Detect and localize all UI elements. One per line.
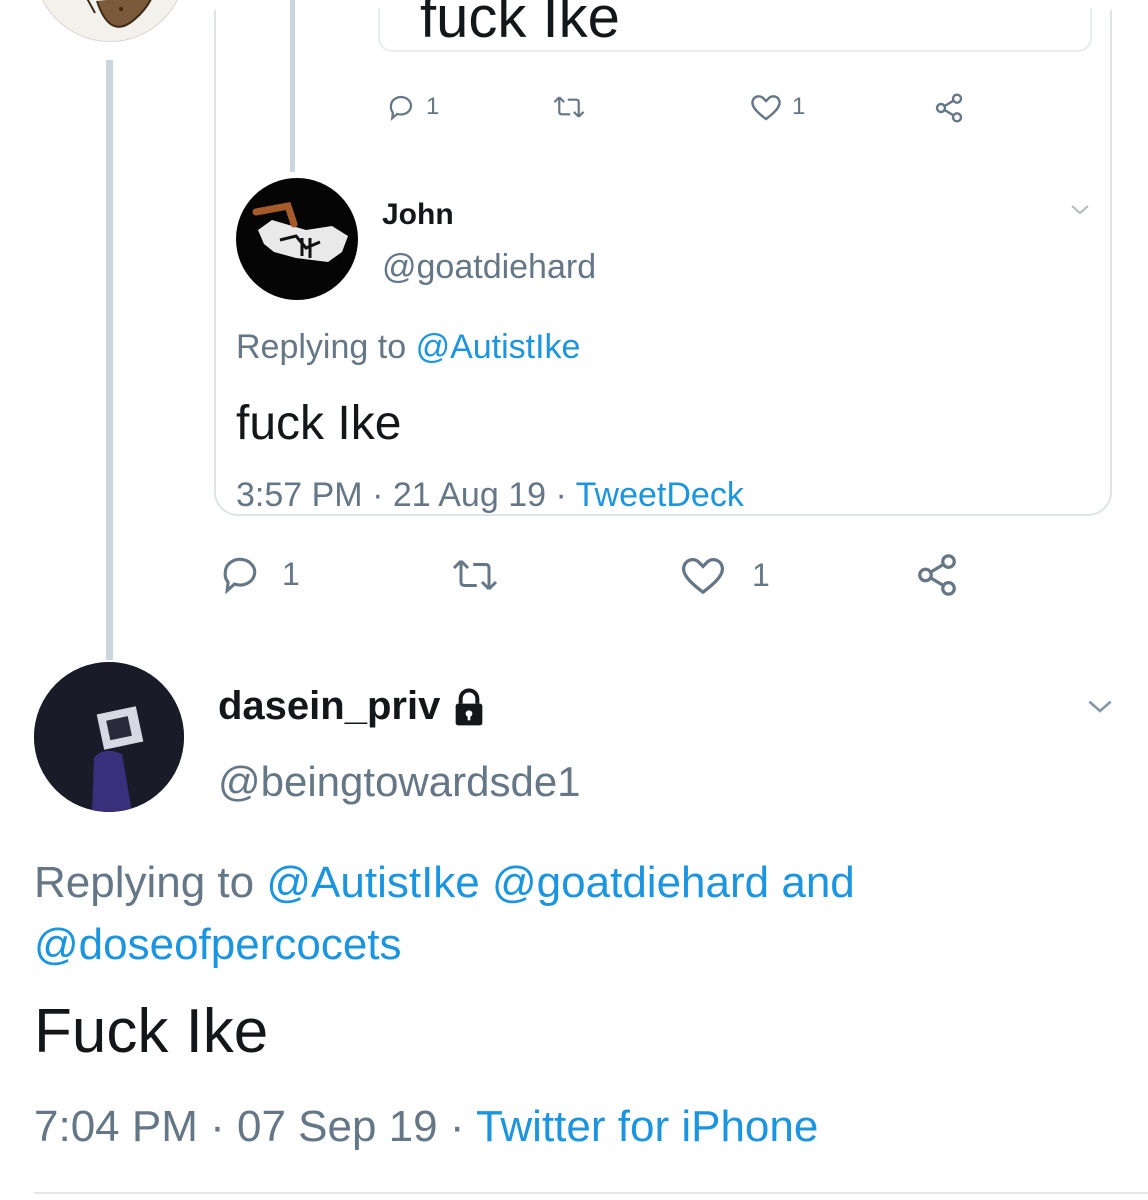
card-time[interactable]: 3:57 PM (236, 476, 363, 514)
reply-button[interactable]: 1 (218, 552, 300, 596)
dasein-name[interactable]: dasein_priv (218, 684, 440, 729)
top-avatar[interactable] (34, 0, 186, 42)
quoted-tweet-text: fuck Ike (420, 0, 620, 50)
reply-icon (389, 95, 413, 122)
card-replying-handle[interactable]: @AutistIke (416, 328, 581, 366)
main-meta-line: 7:04 PM · 07 Sep 19 · Twitter for iPhone (34, 1102, 818, 1152)
reply-count: 1 (282, 555, 300, 592)
card-sep-1: · (372, 476, 384, 514)
main-source[interactable]: Twitter for iPhone (476, 1102, 818, 1151)
inner-share-button[interactable] (932, 92, 966, 124)
dasein-avatar-image (34, 662, 184, 812)
chevron-down-icon (1088, 700, 1112, 713)
card-date[interactable]: 21 Aug 19 (393, 476, 546, 514)
john-avatar[interactable] (236, 178, 358, 300)
inner-reply-count: 1 (426, 93, 440, 120)
quoted-tweet-box: fuck Ike (378, 0, 1092, 52)
main-replying-handle-3[interactable]: @doseofpercocets (34, 920, 402, 969)
card-source[interactable]: TweetDeck (576, 476, 744, 514)
like-icon (681, 558, 725, 595)
reply-icon (223, 557, 257, 595)
inner-reply-button[interactable]: 1 (386, 92, 439, 122)
retweet-button[interactable] (450, 554, 500, 596)
retweet-icon (452, 559, 498, 591)
like-count: 1 (752, 556, 770, 593)
main-replying-handle-1[interactable]: @AutistIke (266, 858, 479, 907)
main-replying-prefix: Replying to (34, 858, 255, 907)
lock-icon (455, 687, 483, 725)
share-icon (935, 93, 963, 123)
main-sep-2: · (449, 1102, 465, 1151)
dasein-handle[interactable]: @beingtowardsde1 (218, 758, 581, 806)
main-tweet-text: Fuck Ike (34, 997, 269, 1066)
john-name[interactable]: John (382, 198, 454, 232)
card-replying-prefix: Replying to (236, 328, 407, 366)
main-time[interactable]: 7:04 PM (34, 1102, 198, 1151)
card-sep-2: · (555, 476, 567, 514)
main-date[interactable]: 07 Sep 19 (237, 1102, 438, 1151)
main-replying-line: Replying to @AutistIke @goatdiehard and … (34, 852, 1114, 976)
share-icon (918, 554, 956, 596)
inner-retweet-button[interactable] (552, 92, 586, 122)
card-replying-line: Replying to @AutistIke (236, 328, 580, 367)
card-meta-line: 3:57 PM · 21 Aug 19 · TweetDeck (236, 476, 744, 515)
thread-line (106, 60, 113, 660)
main-sep-1: · (210, 1102, 225, 1151)
embedded-tweet-card[interactable]: fuck Ike 1 1 John @goatdiehard Replying … (214, 0, 1112, 516)
inner-like-button[interactable]: 1 (750, 92, 805, 122)
john-avatar-image (252, 201, 348, 262)
dasein-avatar[interactable] (34, 662, 184, 812)
retweet-icon (553, 96, 585, 118)
dasein-name-row: dasein_priv (218, 684, 486, 729)
chevron-down-icon (1071, 205, 1089, 215)
like-icon (751, 95, 781, 121)
card-tweet-text: fuck Ike (236, 397, 402, 450)
john-handle[interactable]: @goatdiehard (382, 248, 596, 287)
tweet-chevron-button[interactable] (1084, 696, 1116, 723)
inner-like-count: 1 (792, 93, 806, 120)
bottom-divider (34, 1192, 1148, 1194)
share-button[interactable] (914, 552, 960, 598)
main-replying-handle-2[interactable]: @goatdiehard (492, 858, 769, 907)
card-chevron-button[interactable] (1068, 202, 1092, 223)
like-button[interactable]: 1 (680, 554, 770, 596)
main-replying-and: and (781, 858, 855, 907)
avatar-drawing (86, 0, 152, 28)
